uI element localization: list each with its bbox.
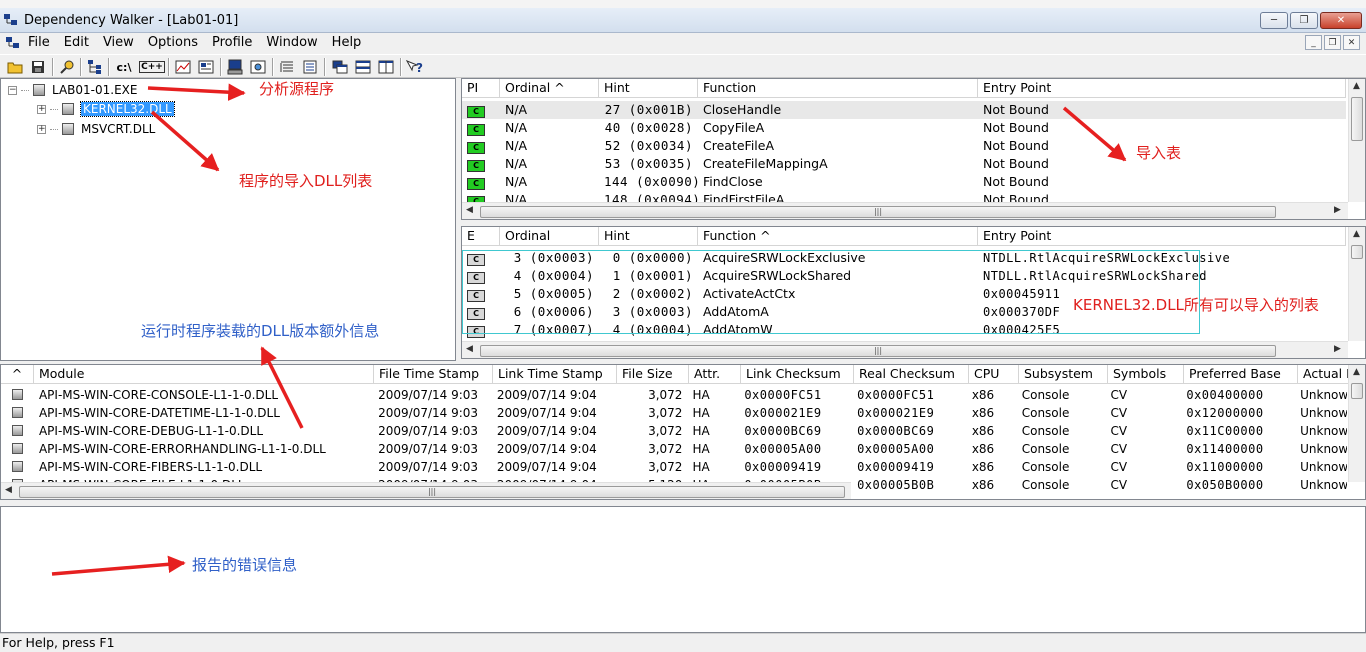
- arrow-to-import-table: [1062, 106, 1127, 162]
- arrow-to-runtime-info: [260, 346, 304, 429]
- arrow-to-dll-list: [150, 110, 220, 172]
- arrow-to-error-info: [51, 555, 186, 576]
- dependency-walker-window: Dependency Walker - [Lab01-01] ─ ❐ ✕ Fil…: [0, 0, 1366, 652]
- annotation-arrows: [51, 83, 1127, 576]
- arrow-to-source: [147, 83, 246, 101]
